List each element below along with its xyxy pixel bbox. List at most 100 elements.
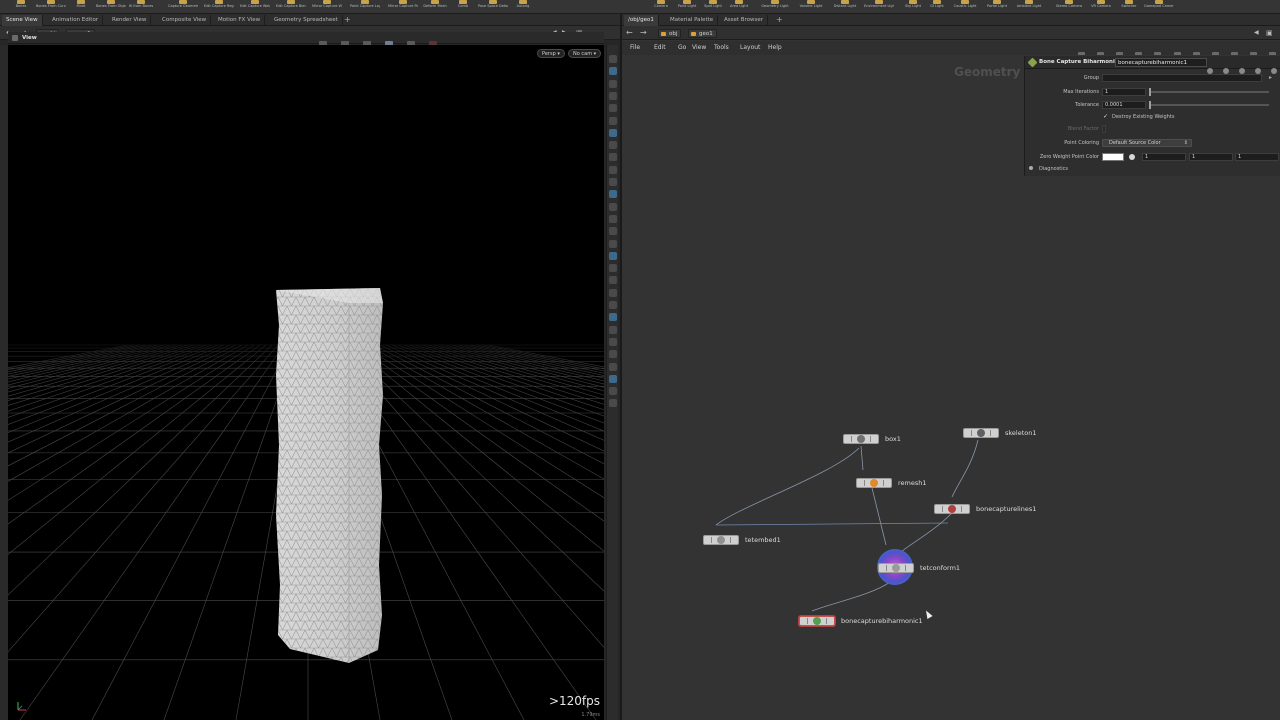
tab-animation-editor[interactable]: Animation Editor [48,15,104,26]
shelf-tool[interactable]: Paint Capture Layer [350,0,380,14]
destroy-weights-checkbox[interactable]: ✓ [1103,114,1109,120]
shelf-tool[interactable]: Ambient Light [1014,0,1044,14]
shelf-tool[interactable]: Rivet [66,0,96,14]
handle-tool-icon[interactable] [609,104,617,113]
shelf-tool[interactable]: Edit Capture Blends [276,0,306,14]
shelf-tool[interactable]: Stereo Camera [1054,0,1084,14]
camera-tool-icon[interactable] [609,141,617,150]
shelf-tool[interactable]: Autorig [508,0,538,14]
grid-tool-icon[interactable] [609,178,617,186]
edge-tool-icon[interactable] [609,301,617,309]
blend-factor-field[interactable] [1102,125,1106,133]
tab-asset-browser[interactable]: Asset Browser [720,15,769,26]
forward-arrow-icon[interactable]: → [640,27,647,39]
tolerance-slider[interactable] [1149,104,1269,106]
object-tool-icon[interactable] [609,325,617,334]
shelf-tool[interactable]: Bones [6,0,36,14]
split-pane-icon[interactable]: ▣ [1266,27,1273,39]
shelf-tool[interactable]: Geometry Light [760,0,790,14]
shelf-tool[interactable]: Switcher [1114,0,1144,14]
shelf-tool[interactable]: IK from Bones [126,0,156,14]
shelf-tool[interactable]: Bones From Objects [96,0,126,14]
layer-tool-icon[interactable] [609,362,617,371]
menu-file[interactable]: File [630,43,640,53]
group-arrow-icon[interactable]: ▸ [1269,74,1272,81]
tolerance-knob[interactable] [1149,101,1151,109]
max-iterations-knob[interactable] [1149,88,1151,96]
zero-weight-b-field[interactable]: 1 [1235,153,1279,161]
zero-weight-color-swatch[interactable] [1102,153,1124,161]
lock-tool-icon[interactable] [609,374,617,383]
diagnostics-folder[interactable]: Diagnostics [1029,164,1068,174]
shelf-tool[interactable]: Volume Light [796,0,826,14]
menu-help[interactable]: Help [768,43,782,53]
pose-tool-icon[interactable] [609,116,617,125]
move-tool-icon[interactable] [609,67,617,76]
menu-view[interactable]: View [692,43,706,53]
snap-tool-icon[interactable] [609,165,617,174]
menu-edit[interactable]: Edit [654,43,666,53]
shelf-tool[interactable]: Bones From Curve [36,0,66,14]
background-tool-icon[interactable] [609,350,617,359]
tab-scene-view[interactable]: Scene View [2,15,43,26]
tab-composite-view[interactable]: Composite View [158,15,212,26]
tab-render-view[interactable]: Render View [108,15,152,26]
shelf-tool[interactable]: Capture Geometry [168,0,198,14]
path-obj[interactable]: obj [658,29,682,38]
back-arrow-icon[interactable]: ← [626,27,633,39]
tab-geometry-spreadsheet[interactable]: Geometry Spreadsheet [270,15,343,26]
shelf-tool[interactable]: Mirror Capture Wts [312,0,342,14]
scale-tool-icon[interactable] [609,91,617,100]
group-field[interactable] [1102,74,1262,82]
color-picker-icon[interactable] [1129,154,1135,160]
tab-motion-fx-view[interactable]: Motion FX View [214,15,266,26]
shelf-tool[interactable]: GI Light [922,0,952,14]
shelf-tool[interactable]: Gamepad Camera [1144,0,1174,14]
menu-go[interactable]: Go [678,43,686,53]
group-tool-icon[interactable] [609,214,617,223]
sync-tool-icon[interactable] [609,387,617,396]
shelf-tool[interactable]: Distant Light [830,0,860,14]
view-menu-icon[interactable] [12,35,18,41]
point-coloring-menu[interactable]: Default Source Color ⇕ [1102,139,1192,147]
menu-tools[interactable]: Tools [714,43,729,53]
node-name-field[interactable]: bonecapturebiharmonic1 [1115,58,1207,67]
shelf-tool[interactable]: Edit Capture Weights [240,0,270,14]
edit-tool-icon[interactable] [609,227,617,236]
path-geo[interactable]: geo1 [688,29,717,38]
view-tool-icon[interactable] [609,128,617,137]
shelf-tool[interactable]: Caustic Light [950,0,980,14]
shelf-tool[interactable]: Pose Space Deform [478,0,508,14]
3d-viewport[interactable]: Persp ▾ No cam ▾ >120fps 1.79ms [8,45,604,720]
measure-tool-icon[interactable] [609,202,617,211]
remeshed-box-geometry[interactable] [276,288,383,663]
zero-weight-g-field[interactable]: 1 [1189,153,1233,161]
tolerance-field[interactable]: 0.0001 [1102,101,1146,109]
light-tool-icon[interactable] [609,153,617,162]
shelf-tool[interactable]: VR Camera [1086,0,1116,14]
display-tool-icon[interactable] [609,337,617,346]
shelf-tool[interactable]: Portal Light [982,0,1012,14]
add-tab-icon[interactable]: + [776,15,783,25]
wire-tool-icon[interactable] [609,276,617,285]
shelf-tool[interactable]: Edit Capture Regions [204,0,234,14]
max-iterations-slider[interactable] [1149,91,1269,93]
rotate-tool-icon[interactable] [609,79,617,88]
face-tool-icon[interactable] [609,313,617,322]
pin-icon[interactable]: ◀ [1254,27,1259,39]
add-tab-icon[interactable]: + [344,15,351,25]
select-tool-icon[interactable] [609,55,617,63]
zero-weight-r-field[interactable]: 1 [1142,153,1186,161]
max-iterations-field[interactable]: 1 [1102,88,1146,96]
flag-tool-icon[interactable] [609,239,617,248]
tab-obj-geo1[interactable]: /obj/geo1 [624,15,659,26]
visibility-tool-icon[interactable] [609,264,617,273]
menu-layout[interactable]: Layout [740,43,760,53]
shelf-tool[interactable]: Comb [448,0,478,14]
render-tool-icon[interactable] [609,399,617,408]
camera-menu[interactable]: No cam ▾ [568,49,602,58]
shelf-tool[interactable]: Environment Light [864,0,894,14]
perspective-menu[interactable]: Persp ▾ [537,49,565,58]
point-tool-icon[interactable] [609,288,617,297]
shelf-tool[interactable]: Area Light [724,0,754,14]
